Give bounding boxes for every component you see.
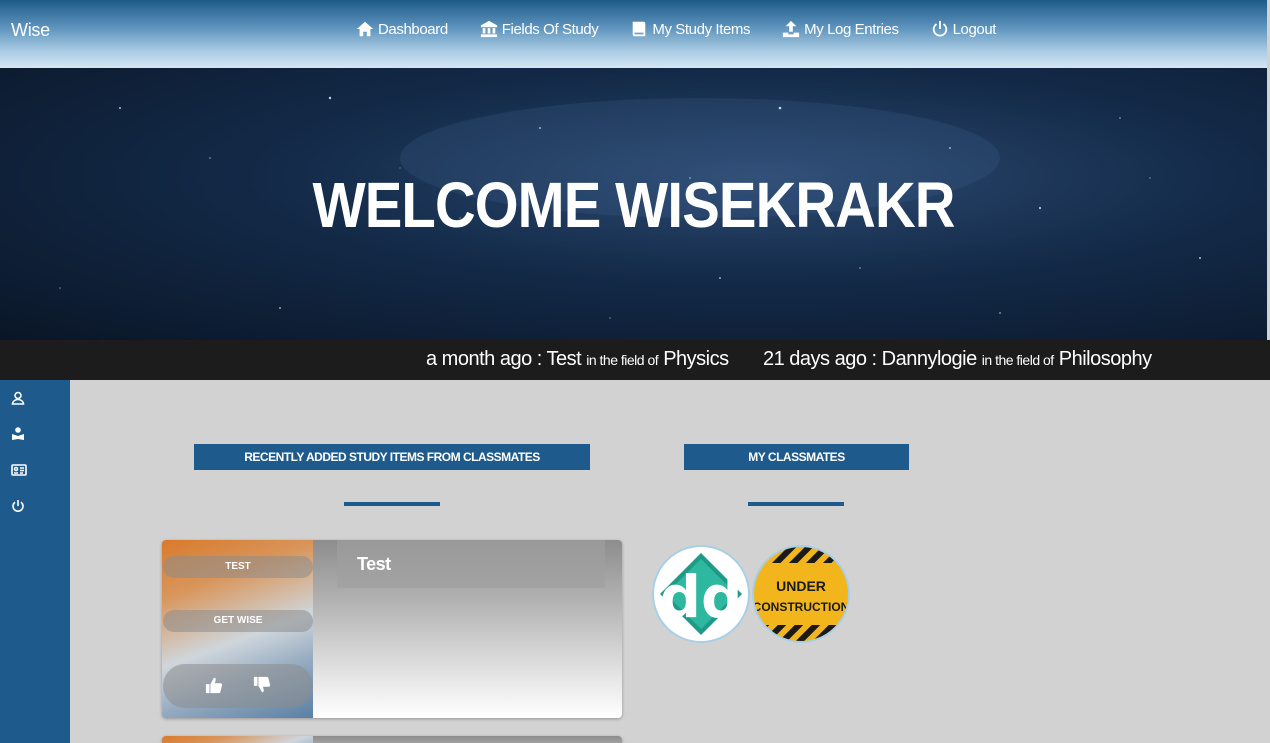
user-icon <box>11 391 25 405</box>
news-ticker: a month ago : Test in the field of Physi… <box>0 340 1270 380</box>
dd-logo: dd <box>659 553 743 635</box>
power-icon <box>12 500 24 512</box>
classmate-avatar[interactable]: dd <box>652 545 750 643</box>
study-item-card[interactable]: TEST GET WISE Test <box>162 540 622 718</box>
classmate-avatar[interactable]: UNDER CONSTRUCTION <box>752 545 850 643</box>
thumbs-up-icon[interactable] <box>205 676 223 694</box>
nav-my-study-items[interactable]: My Study Items <box>630 20 751 38</box>
power-icon <box>932 20 947 37</box>
nav-fields-label: Fields Of Study <box>501 20 599 38</box>
ticker-field: Philosophy <box>1058 348 1152 370</box>
study-item-card[interactable] <box>162 736 622 743</box>
recent-items-header: RECENTLY ADDED STUDY ITEMS FROM CLASSMAT… <box>194 444 590 470</box>
ticker-mid: in the field of <box>981 352 1054 368</box>
recent-items-underline <box>344 502 440 506</box>
reader-icon <box>12 427 24 440</box>
thumbs-down-icon[interactable] <box>253 676 271 694</box>
nav-dashboard[interactable]: Dashboard <box>356 20 448 38</box>
ticker-field: Physics <box>663 348 729 370</box>
nav-dashboard-label: Dashboard <box>378 20 448 38</box>
hero-banner: WELCOME WISEKRAKR <box>0 68 1267 340</box>
id-card-icon <box>11 464 27 476</box>
brand-logo[interactable]: Wise <box>11 20 50 41</box>
card-content <box>313 736 622 743</box>
avatar-text-line1: UNDER <box>776 578 826 594</box>
top-navbar: Wise Dashboard Fields Of Study My Study … <box>0 0 1267 68</box>
get-wise-button[interactable]: GET WISE <box>163 610 313 632</box>
ticker-time: a month ago : Test <box>426 348 582 370</box>
sidebar-item-id[interactable] <box>11 463 27 477</box>
ticker-mid: in the field of <box>586 352 659 368</box>
avatar-text: dd <box>659 563 742 631</box>
sidebar <box>0 380 70 743</box>
sidebar-item-study[interactable] <box>11 427 25 441</box>
study-item-tag[interactable]: TEST <box>163 556 313 578</box>
classmates-underline <box>748 502 844 506</box>
nav-log-entries-label: My Log Entries <box>804 20 899 38</box>
upload-icon <box>783 20 800 38</box>
card-content: Test <box>313 540 622 718</box>
ticker-item[interactable]: a month ago : Test in the field of Physi… <box>426 348 729 371</box>
hero-title: WELCOME WISEKRAKR <box>312 169 955 241</box>
nav-logout-label: Logout <box>952 20 997 38</box>
vote-box <box>163 664 313 708</box>
classmates-header: MY CLASSMATES <box>684 444 909 470</box>
card-sidebar <box>162 736 313 743</box>
book-icon <box>633 21 646 37</box>
ticker-time: 21 days ago : Dannylogie <box>763 348 977 370</box>
nav-logout[interactable]: Logout <box>931 20 996 38</box>
bank-icon <box>480 20 497 38</box>
nav-study-items-label: My Study Items <box>652 20 751 38</box>
study-item-title[interactable]: Test <box>337 540 605 588</box>
card-sidebar: TEST GET WISE <box>162 540 313 718</box>
sidebar-item-profile[interactable] <box>11 391 25 405</box>
home-icon <box>356 21 374 37</box>
under-construction-logo: UNDER CONSTRUCTION <box>754 547 848 641</box>
nav-fields-of-study[interactable]: Fields Of Study <box>480 20 599 38</box>
avatar-text-line2: CONSTRUCTION <box>754 600 848 614</box>
nav-my-log-entries[interactable]: My Log Entries <box>782 20 899 38</box>
ticker-item[interactable]: 21 days ago : Dannylogie in the field of… <box>763 348 1152 371</box>
sidebar-item-logout[interactable] <box>11 499 25 513</box>
nav-links: Dashboard Fields Of Study My Study Items… <box>356 20 1028 38</box>
